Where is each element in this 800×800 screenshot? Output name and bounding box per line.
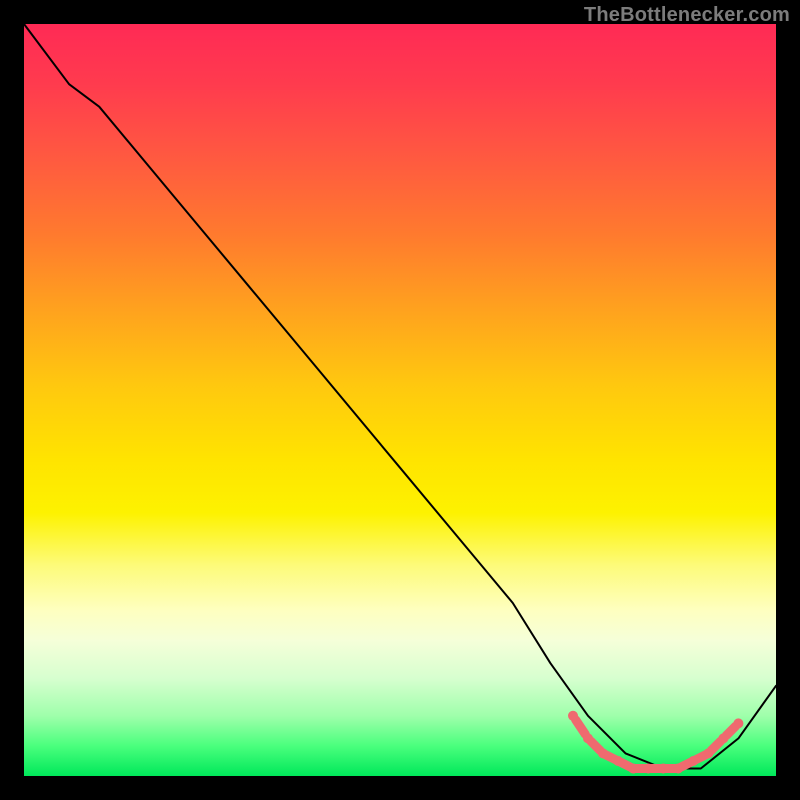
marker-dot — [733, 718, 743, 728]
highlight-band — [568, 711, 743, 774]
curve-layer — [24, 24, 776, 776]
bottleneck-curve — [24, 24, 776, 769]
marker-dash — [591, 741, 601, 751]
chart-container: TheBottlenecker.com — [0, 0, 800, 800]
marker-dash — [711, 741, 721, 751]
plot-area — [24, 24, 776, 776]
marker-dash — [726, 726, 736, 736]
marker-dash — [576, 720, 586, 734]
